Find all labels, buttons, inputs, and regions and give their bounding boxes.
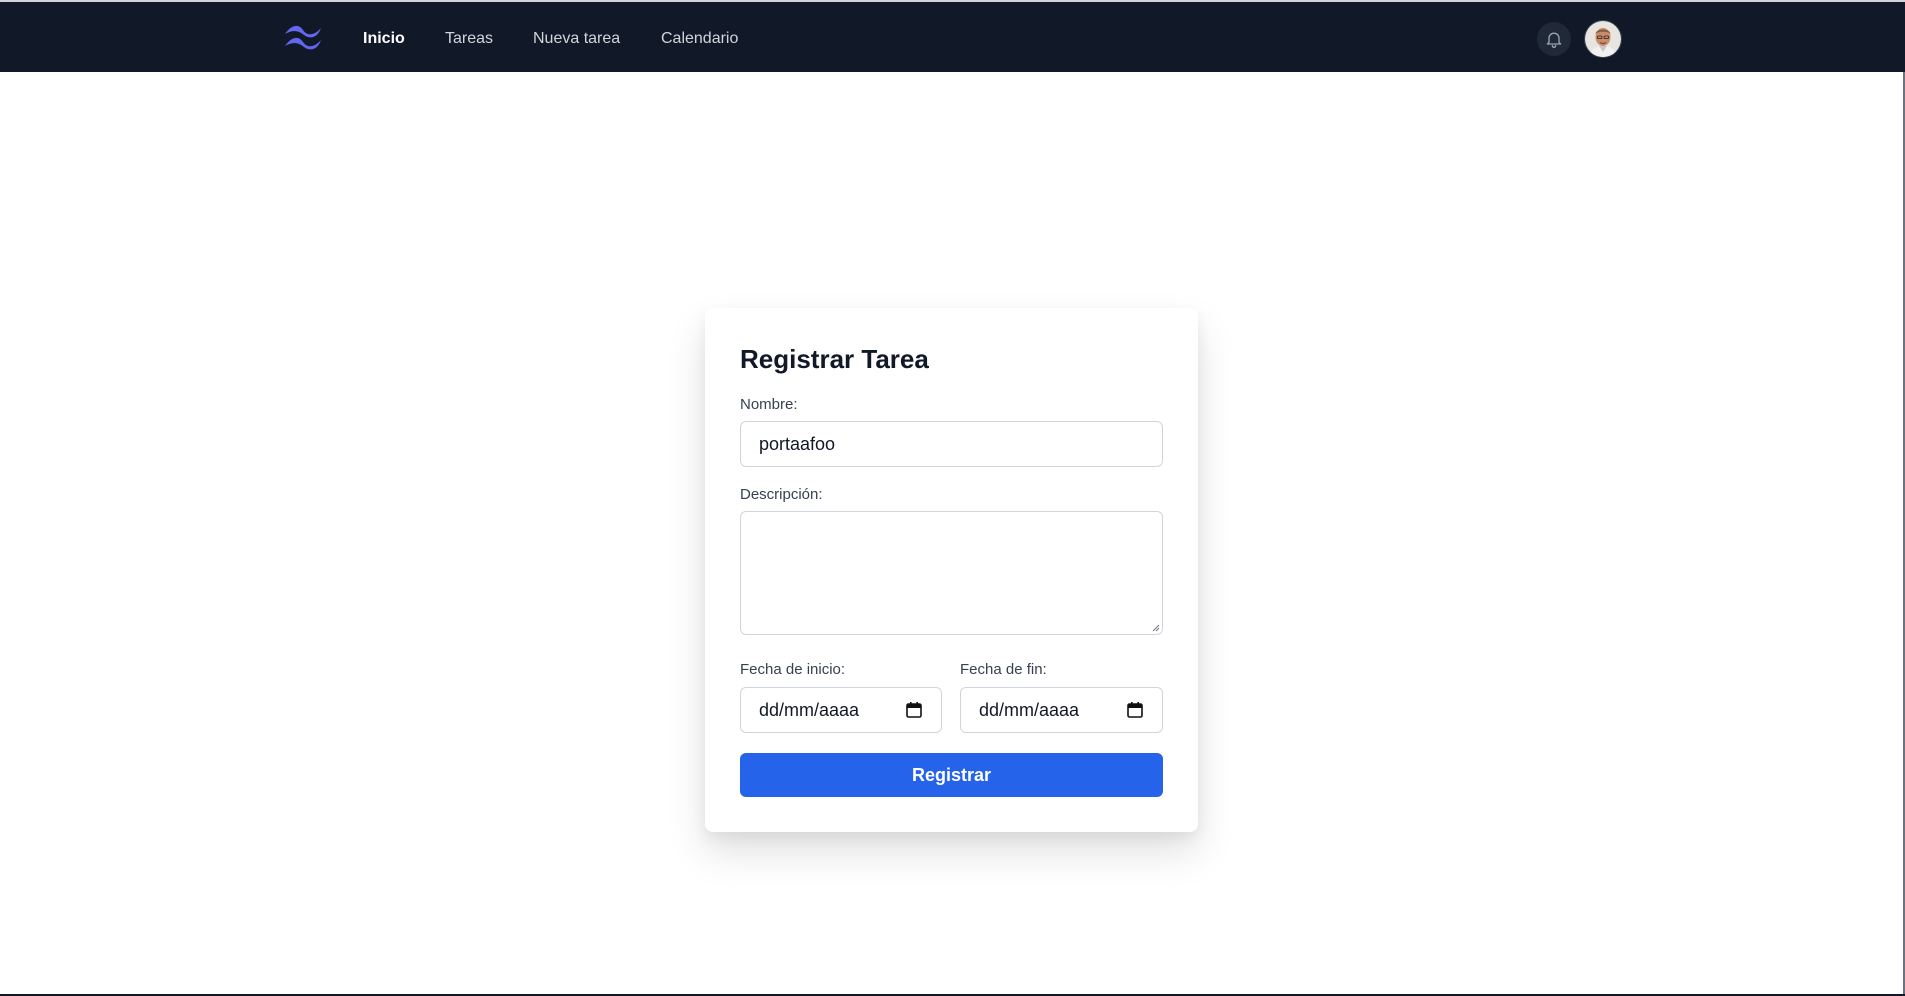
tailwind-logo-icon[interactable] xyxy=(282,20,324,54)
calendar-icon[interactable] xyxy=(905,701,923,719)
fecha-inicio-label: Fecha de inicio: xyxy=(740,661,846,678)
bell-icon xyxy=(1546,32,1562,48)
fecha-fin-placeholder: dd/mm/aaaa xyxy=(979,699,1080,720)
nav-link-tareas[interactable]: Tareas xyxy=(445,22,493,56)
fecha-fin-input[interactable]: dd/mm/aaaa xyxy=(960,687,1163,733)
fecha-fin-label: Fecha de fin: xyxy=(960,661,1047,678)
descripcion-textarea[interactable] xyxy=(740,511,1163,635)
notifications-button[interactable] xyxy=(1537,22,1571,56)
fecha-inicio-placeholder: dd/mm/aaaa xyxy=(759,699,860,720)
calendar-icon[interactable] xyxy=(1126,701,1144,719)
nombre-input[interactable] xyxy=(740,421,1163,467)
nav-link-calendario[interactable]: Calendario xyxy=(661,22,738,56)
page: Inicio Tareas Nueva tarea Calendario Reg… xyxy=(0,0,1905,996)
register-task-card: Registrar Tarea Nombre: Descripción: Fec… xyxy=(705,308,1198,832)
form-title: Registrar Tarea xyxy=(740,344,929,374)
nombre-label: Nombre: xyxy=(740,396,798,413)
top-navbar: Inicio Tareas Nueva tarea Calendario xyxy=(0,2,1905,72)
nav-link-inicio[interactable]: Inicio xyxy=(363,22,405,56)
registrar-button[interactable]: Registrar xyxy=(740,753,1163,797)
resize-handle-icon[interactable] xyxy=(1150,622,1160,632)
descripcion-label: Descripción: xyxy=(740,486,823,503)
fecha-inicio-input[interactable]: dd/mm/aaaa xyxy=(740,687,942,733)
nav-link-nueva-tarea[interactable]: Nueva tarea xyxy=(533,22,620,56)
user-avatar[interactable] xyxy=(1584,20,1622,58)
